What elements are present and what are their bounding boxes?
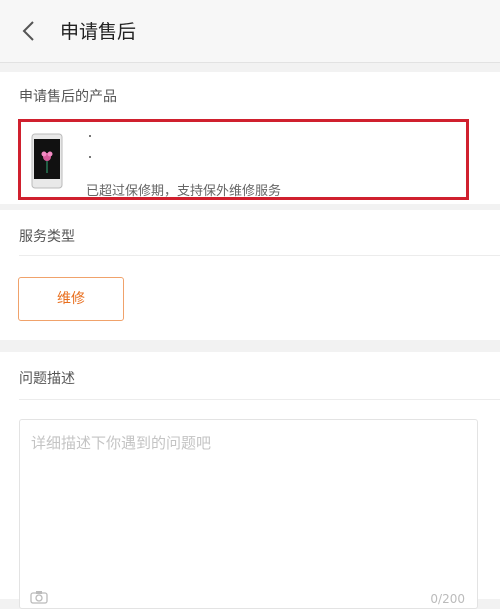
section-divider (19, 255, 500, 256)
top-bar: 申请售后 (0, 0, 500, 63)
camera-icon[interactable] (30, 590, 48, 604)
product-name-line (89, 135, 91, 137)
warranty-note: 已超过保修期，支持保外维修服务 (86, 184, 282, 199)
description-textarea[interactable]: 详细描述下你遇到的问题吧 0/200 (19, 419, 478, 609)
phone-thumbnail (31, 133, 63, 189)
description-label: 问题描述 (19, 371, 75, 387)
service-type-label: 服务类型 (19, 229, 75, 245)
description-placeholder: 详细描述下你遇到的问题吧 (31, 434, 212, 452)
back-arrow-icon[interactable] (18, 19, 42, 43)
char-counter: 0/200 (430, 592, 465, 606)
page-title: 申请售后 (60, 21, 137, 43)
product-card[interactable]: 已超过保修期，支持保外维修服务 (18, 119, 469, 200)
product-section-label: 申请售后的产品 (19, 89, 117, 105)
product-spec-line (89, 156, 91, 158)
repair-type-button[interactable]: 维修 (18, 277, 124, 321)
section-divider (19, 399, 500, 400)
